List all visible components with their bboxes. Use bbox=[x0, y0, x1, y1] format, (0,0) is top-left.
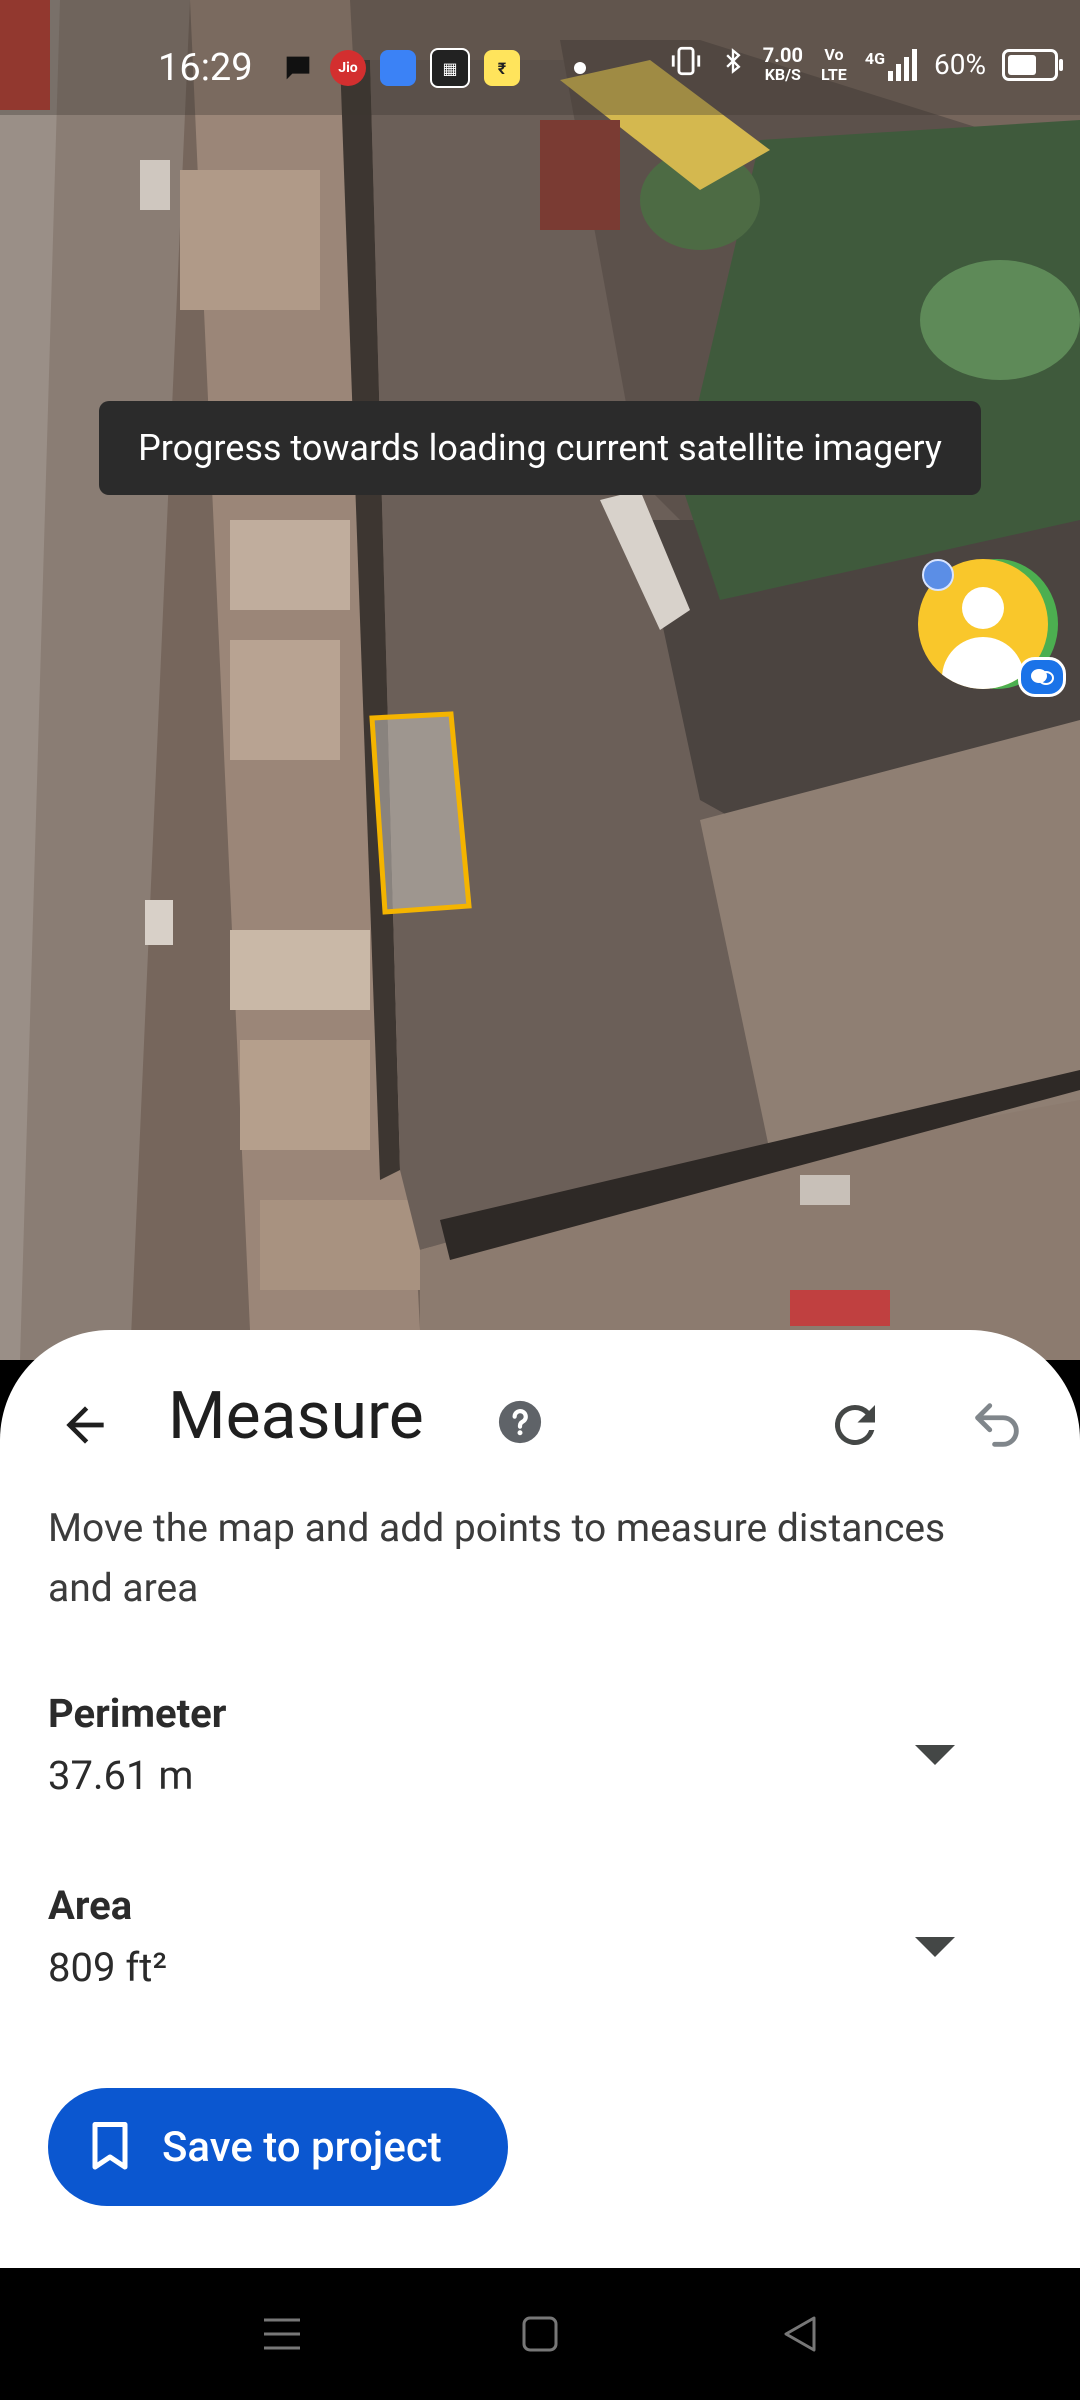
chat-badge-icon bbox=[1018, 657, 1066, 697]
arrow-drop-down-icon bbox=[915, 1745, 955, 1765]
vibrate-icon bbox=[669, 44, 703, 85]
triangle-back-icon bbox=[784, 2316, 816, 2352]
save-button-label: Save to project bbox=[162, 2122, 442, 2172]
bluetooth-icon bbox=[719, 44, 747, 85]
battery-icon bbox=[1002, 48, 1063, 81]
undo-button[interactable] bbox=[952, 1380, 1042, 1470]
status-dot-icon bbox=[922, 559, 954, 591]
signal-icon: 4G bbox=[865, 48, 918, 81]
app-icon bbox=[380, 50, 416, 86]
page-title: Measure bbox=[168, 1378, 424, 1455]
system-status-icons: 7.00 KB/S Vo LTE 4G 60% bbox=[669, 42, 1063, 85]
status-time: 16:29 bbox=[158, 46, 253, 90]
bookmark-icon bbox=[90, 2119, 136, 2175]
net-speed: 7.00 KB/S bbox=[762, 42, 803, 84]
more-notifications-dot bbox=[574, 62, 586, 74]
battery-percent: 60% bbox=[934, 48, 986, 81]
help-button[interactable] bbox=[490, 1392, 550, 1452]
refresh-icon bbox=[834, 1405, 875, 1445]
area-row[interactable]: Area 809 ft² bbox=[0, 1882, 1080, 2022]
menu-icon bbox=[264, 2318, 300, 2350]
calculator-icon: ▦ bbox=[430, 48, 470, 88]
area-dropdown[interactable] bbox=[900, 1912, 970, 1982]
sheet-header: Measure bbox=[0, 1330, 1080, 1510]
status-bar: 16:29 Jio ▦ ₹ 7.00 KB/S Vo LTE 4G 60% bbox=[0, 0, 1080, 115]
jio-icon: Jio bbox=[330, 50, 366, 86]
chat-icon bbox=[280, 50, 316, 86]
perimeter-value: 37.61 m bbox=[48, 1752, 194, 1799]
area-label: Area bbox=[48, 1882, 133, 1929]
volte-indicator: Vo LTE bbox=[821, 44, 847, 84]
measured-area-outline bbox=[369, 711, 472, 915]
wallet-icon: ₹ bbox=[484, 50, 520, 86]
area-value: 809 ft² bbox=[48, 1944, 168, 1991]
perimeter-dropdown[interactable] bbox=[900, 1720, 970, 1790]
account-avatar-button[interactable] bbox=[918, 555, 1068, 697]
system-back-button[interactable] bbox=[770, 2304, 830, 2364]
help-icon bbox=[498, 1400, 542, 1444]
back-button[interactable] bbox=[40, 1380, 130, 1470]
perimeter-label: Perimeter bbox=[48, 1690, 227, 1737]
arrow-drop-down-icon bbox=[915, 1937, 955, 1957]
notification-icons: Jio ▦ ₹ bbox=[280, 48, 586, 88]
square-home-icon bbox=[522, 2316, 558, 2352]
save-to-project-button[interactable]: Save to project bbox=[48, 2088, 508, 2206]
measure-bottom-sheet: Measure Move the map and add points to m… bbox=[0, 1330, 1080, 2268]
measure-instructions: Move the map and add points to measure d… bbox=[48, 1505, 946, 1611]
system-navigation-bar bbox=[0, 2268, 1080, 2400]
tooltip-text: Progress towards loading current satelli… bbox=[138, 427, 942, 469]
recent-apps-button[interactable] bbox=[252, 2304, 312, 2364]
arrow-back-icon bbox=[66, 1406, 104, 1444]
home-button[interactable] bbox=[510, 2304, 570, 2364]
imagery-loading-tooltip: Progress towards loading current satelli… bbox=[99, 401, 981, 495]
reset-button[interactable] bbox=[810, 1380, 900, 1470]
undo-icon bbox=[975, 1403, 1019, 1447]
perimeter-row[interactable]: Perimeter 37.61 m bbox=[0, 1690, 1080, 1830]
